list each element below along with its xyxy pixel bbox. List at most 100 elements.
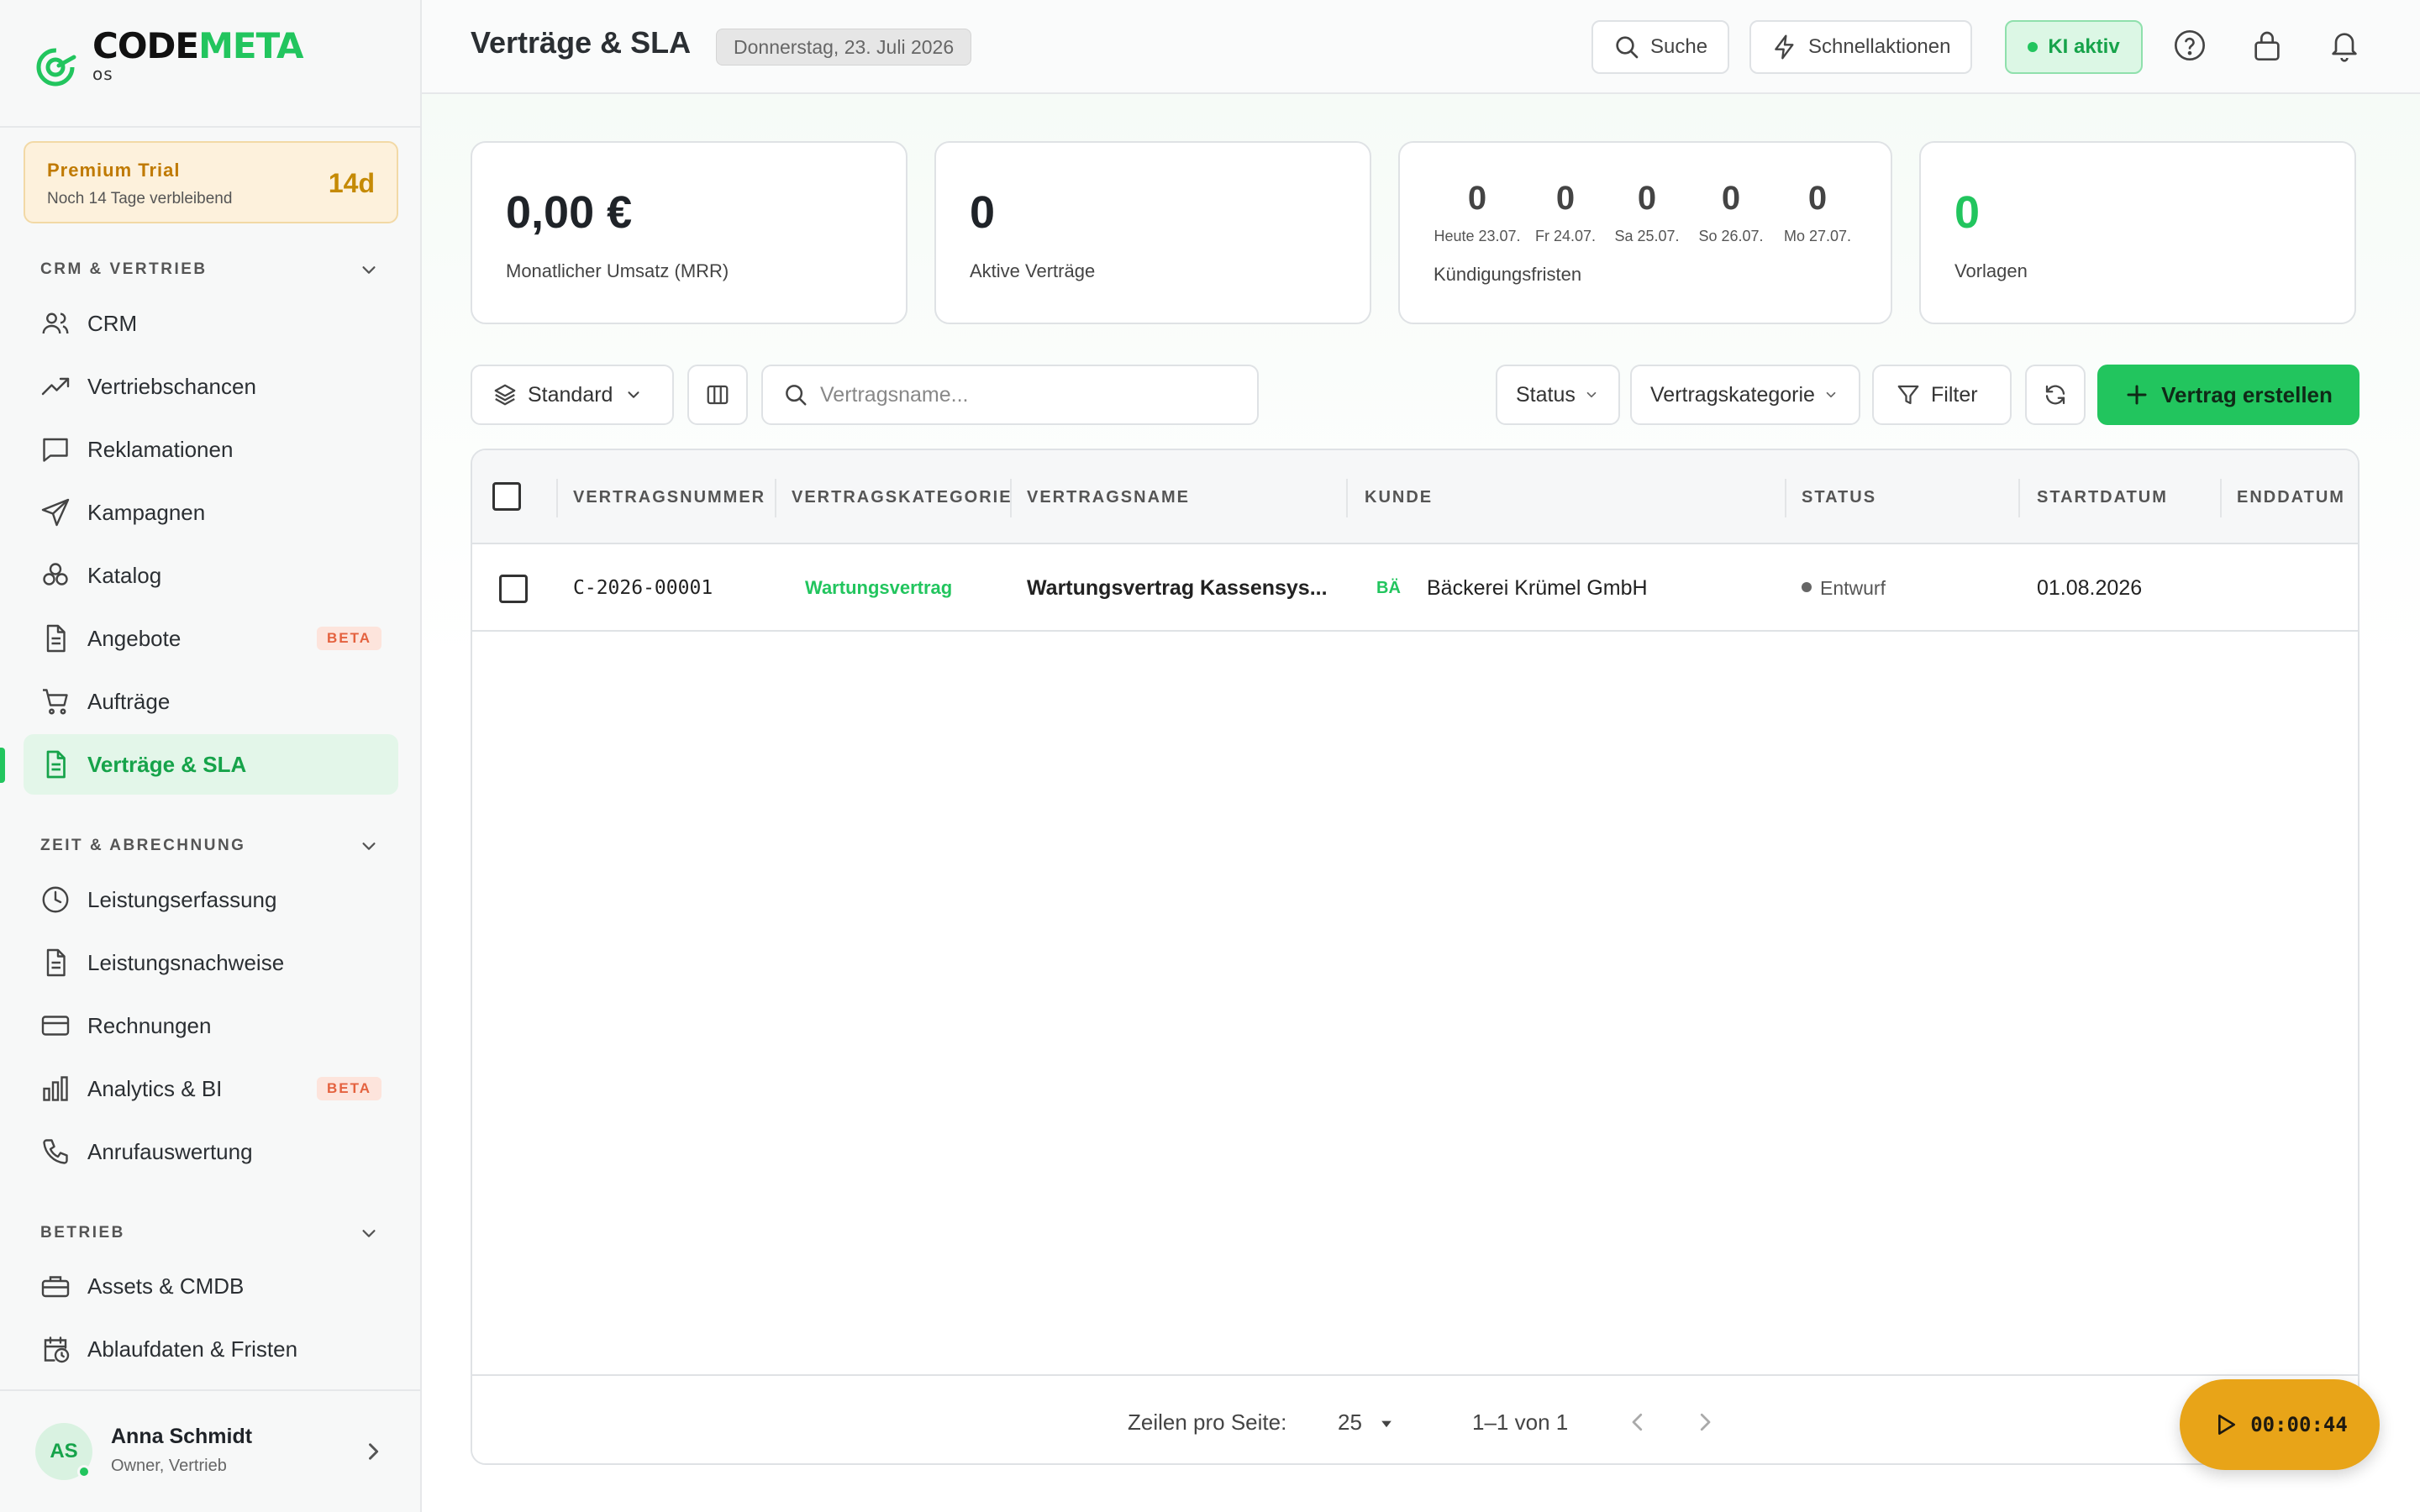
category-filter[interactable]: Vertragskategorie [1630,365,1860,425]
sidebar-item-leistungserfassung[interactable]: Leistungserfassung [24,869,398,930]
sidebar-item-rechnungen[interactable]: Rechnungen [24,995,398,1056]
column-header-enddatum[interactable]: ENDDATUM [2237,450,2345,544]
beta-badge: BETA [316,627,381,650]
create-contract-button[interactable]: Vertrag erstellen [2097,365,2360,425]
cell-contract-name[interactable]: Wartungsvertrag Kassensys... [1027,544,1329,632]
deadline-day: 0 Heute 23.07. [1434,180,1521,244]
sidebar-item-vertriebschancen[interactable]: Vertriebschancen [24,356,398,417]
user-profile[interactable]: AS Anna Schmidt Owner, Vertrieb [35,1420,388,1483]
row-checkbox[interactable] [499,575,528,603]
premium-trial-banner[interactable]: Premium Trial Noch 14 Tage verbleibend 1… [24,141,398,223]
column-header-startdatum[interactable]: STARTDATUM [2037,450,2168,544]
stat-card-active: 0 Aktive Verträge [934,141,1371,324]
refresh-icon [2045,385,2065,405]
search-button[interactable]: Suche [1591,20,1730,74]
sidebar-item-vertraege-sla[interactable]: Verträge & SLA [24,734,398,795]
refresh-button[interactable] [2025,365,2086,425]
cell-status: Entwurf [1802,544,1886,632]
layers-icon [494,384,516,406]
column-header-vertragsnummer[interactable]: VERTRAGSNUMMER [573,450,765,544]
column-header-vertragskategorie[interactable]: VERTRAGSKATEGORIE [792,450,1013,544]
sidebar-item-label: Reklamationen [87,436,234,462]
column-header-vertragsname[interactable]: VERTRAGSNAME [1027,450,1190,544]
chevron-right-icon [369,1443,379,1460]
date-chip: Donnerstag, 23. Juli 2026 [716,29,972,66]
logo-wordmark: CODEMETA [92,25,303,66]
sidebar-item-analytics[interactable]: Analytics & BI BETA [24,1058,398,1119]
contract-icon [39,748,72,781]
columns-icon [707,385,729,405]
main-content: 0,00 € Monatlicher Umsatz (MRR) 0 Aktive… [422,94,2420,1512]
status-text: Entwurf [1820,577,1886,599]
trial-title: Premium Trial [47,160,181,181]
timer-value: 00:00:44 [2250,1413,2348,1436]
sidebar-item-label: Anrufauswertung [87,1138,253,1164]
rows-per-page-select[interactable]: 25 [1338,1376,1395,1463]
sidebar-item-anrufauswertung[interactable]: Anrufauswertung [24,1121,398,1182]
contract-search-field[interactable] [761,365,1259,425]
column-separator [1785,479,1786,517]
time-tracker-timer[interactable]: 00:00:44 [2180,1379,2380,1470]
chevron-down-icon[interactable] [360,837,378,855]
sidebar-item-label: Analytics & BI [87,1075,223,1101]
previous-page-icon[interactable] [1625,1410,1650,1435]
templates-value: 0 [1954,187,1981,238]
status-filter[interactable]: Status [1496,365,1620,425]
user-name: Anna Schmidt [111,1425,253,1448]
pagination-range: 1–1 von 1 [1472,1410,1569,1435]
sidebar-item-crm[interactable]: CRM [24,293,398,354]
section-title-betrieb: BETRIEB [40,1224,125,1242]
chevron-down-icon[interactable] [360,260,378,279]
filter-icon [1897,385,1919,405]
sidebar-item-label: Leistungserfassung [87,886,277,912]
logo-icon [36,48,76,87]
column-header-status[interactable]: STATUS [1802,450,1876,544]
view-selector[interactable]: Standard [471,365,674,425]
bell-icon[interactable] [2328,29,2361,62]
cell-customer[interactable]: Bäckerei Krümel GmbH [1427,544,1648,632]
page-title: Verträge & SLA [471,25,692,60]
mrr-value: 0,00 € [506,187,633,238]
active-label: Aktive Verträge [970,260,1096,281]
columns-button[interactable] [687,365,748,425]
column-header-kunde[interactable]: KUNDE [1365,450,1433,544]
sidebar-item-assets[interactable]: Assets & CMDB [24,1256,398,1316]
table-row[interactable]: C-2026-00001 Wartungsvertrag Wartungsver… [472,544,2358,632]
chevron-down-icon[interactable] [360,1224,378,1242]
contracts-table: VERTRAGSNUMMER VERTRAGSKATEGORIE VERTRAG… [471,449,2360,1465]
chevron-down-icon [628,391,639,398]
sidebar-item-leistungsnachweise[interactable]: Leistungsnachweise [24,932,398,993]
deadline-day: 0 Sa 25.07. [1614,180,1680,244]
rows-per-page-value: 25 [1338,1410,1362,1435]
ki-status-badge[interactable]: KI aktiv [2005,20,2143,74]
sidebar-item-kampagnen[interactable]: Kampagnen [24,482,398,543]
quick-actions-button[interactable]: Schnellaktionen [1749,20,1973,74]
stat-card-templates: 0 Vorlagen [1919,141,2356,324]
users-icon [39,307,72,340]
sidebar-item-angebote[interactable]: Angebote BETA [24,608,398,669]
app-logo[interactable]: CODEMETA OS [30,25,303,92]
column-separator [1346,479,1348,517]
sidebar-item-ablaufdaten[interactable]: Ablaufdaten & Fristen [24,1319,398,1379]
contract-search-input[interactable] [820,382,1223,407]
stat-card-deadlines: 0 Heute 23.07. 0 Fr 24.07. 0 Sa 25.07. 0… [1398,141,1892,324]
sidebar-item-reklamationen[interactable]: Reklamationen [24,419,398,480]
online-status-dot [77,1465,91,1478]
sidebar-item-auftraege[interactable]: Aufträge [24,671,398,732]
customer-initials: BÄ [1376,579,1401,597]
sidebar-item-label: Leistungsnachweise [87,949,285,975]
sidebar-item-katalog[interactable]: Katalog [24,545,398,606]
lock-icon[interactable] [2250,29,2284,62]
help-icon[interactable] [2173,29,2207,62]
section-title-crm: CRM & VERTRIEB [40,260,208,278]
deadlines-label: Kündigungsfristen [1434,264,1582,285]
active-value: 0 [970,187,996,238]
filter-button[interactable]: Filter [1872,365,2012,425]
credit-card-icon [39,1009,72,1042]
cart-icon [39,685,72,718]
next-page-icon[interactable] [1692,1410,1718,1435]
select-all-checkbox[interactable] [492,482,521,511]
message-icon [39,433,72,466]
sidebar-item-label: Katalog [87,562,162,588]
stat-card-mrr: 0,00 € Monatlicher Umsatz (MRR) [471,141,908,324]
